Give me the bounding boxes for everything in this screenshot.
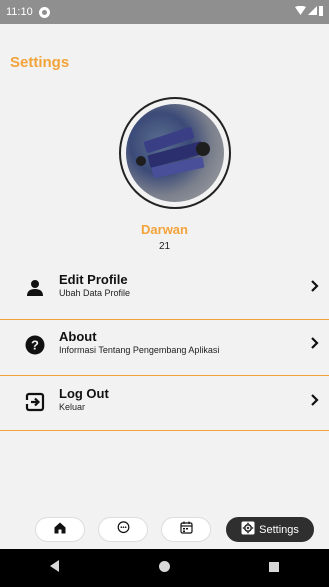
notification-app-icon	[38, 6, 50, 18]
back-button[interactable]	[35, 549, 75, 587]
nav-chat-button[interactable]	[98, 517, 148, 542]
nav-settings-button[interactable]: Settings	[226, 517, 314, 542]
chevron-right-icon	[311, 279, 319, 297]
page-title: Settings	[10, 54, 70, 71]
person-icon	[25, 278, 45, 298]
chevron-right-icon	[311, 393, 319, 411]
profile-age: 21	[158, 241, 171, 252]
divider	[0, 375, 329, 376]
recents-button[interactable]	[254, 549, 294, 587]
svg-text:?: ?	[31, 338, 39, 353]
home-icon	[54, 521, 66, 539]
system-nav-bar	[0, 549, 329, 587]
menu-item-subtitle: Informasi Tentang Pengembang Aplikasi	[59, 345, 220, 355]
menu-item-log-out[interactable]: Log Out Keluar	[0, 378, 329, 426]
status-bar: 11:10	[0, 0, 329, 24]
calendar-icon	[179, 521, 193, 539]
signal-icon	[308, 6, 317, 18]
battery-icon	[319, 5, 323, 19]
menu-item-about[interactable]: ? About Informasi Tentang Pengembang Apl…	[0, 321, 329, 369]
settings-icon	[241, 521, 255, 538]
nav-home-button[interactable]	[35, 517, 85, 542]
nav-calendar-button[interactable]	[161, 517, 211, 542]
logout-icon	[25, 392, 45, 412]
menu-item-title: About	[59, 329, 97, 344]
wifi-icon	[295, 5, 306, 18]
home-circle-icon	[158, 559, 170, 577]
divider	[0, 430, 329, 431]
help-icon: ?	[25, 335, 45, 355]
back-triangle-icon	[49, 559, 60, 577]
menu-item-subtitle: Keluar	[59, 402, 86, 412]
avatar[interactable]	[119, 97, 231, 209]
menu-item-title: Log Out	[59, 386, 109, 401]
menu-item-subtitle: Ubah Data Profile	[59, 288, 131, 298]
menu-item-title: Edit Profile	[59, 272, 128, 287]
status-icons	[295, 5, 323, 19]
status-time: 11:10	[6, 6, 33, 18]
home-system-button[interactable]	[144, 549, 184, 587]
avatar-image	[126, 104, 224, 202]
bottom-nav: Settings	[0, 509, 329, 549]
chevron-right-icon	[311, 336, 319, 354]
recents-square-icon	[269, 559, 280, 577]
nav-settings-label: Settings	[259, 523, 299, 536]
menu-item-edit-profile[interactable]: Edit Profile Ubah Data Profile	[0, 264, 329, 312]
chat-icon	[117, 520, 130, 539]
profile-name: Darwan	[141, 222, 188, 237]
divider	[0, 319, 329, 320]
